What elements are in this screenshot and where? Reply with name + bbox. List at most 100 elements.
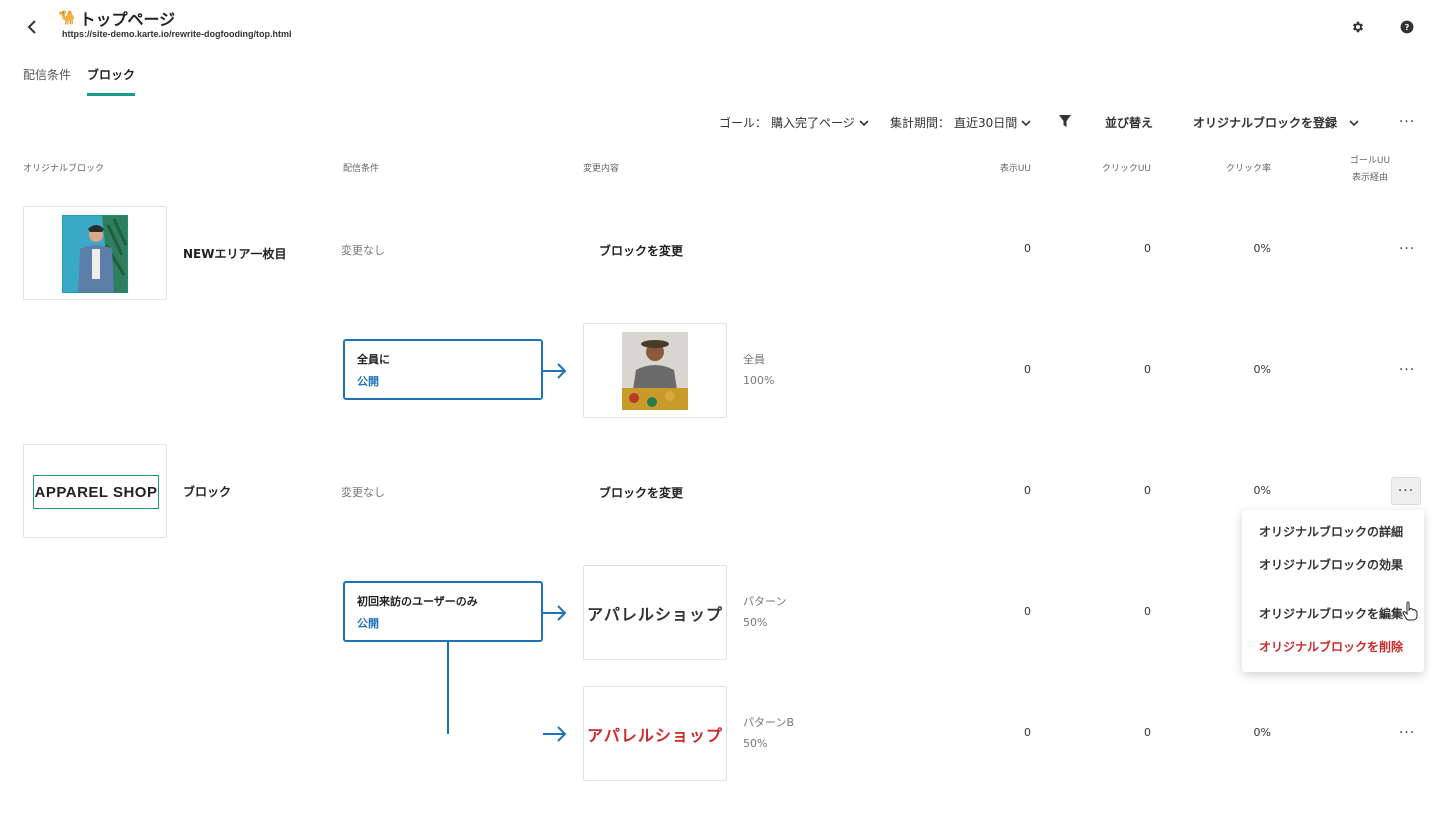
menu-item-block-edit[interactable]: オリジナルブロックを編集 [1259,605,1403,622]
variant-percent: 50% [743,616,768,629]
help-button[interactable]: ? [1397,17,1417,37]
col-change: 変更内容 [583,164,620,174]
page-url: https://site-demo.karte.io/rewrite-dogfo… [62,29,292,39]
photo-man-image [62,215,128,293]
block-condition: 変更なし [341,486,385,499]
period-value: 直近30日間 [954,116,1018,130]
row-more-button-active[interactable]: ··· [1391,477,1421,505]
more-horizontal-icon: ··· [1398,362,1416,378]
tab-delivery-conditions[interactable]: 配信条件 [23,66,71,93]
block-name: NEWエリア一枚目 [183,247,287,261]
condition-title: 全員に [357,353,390,366]
click-uu-value: 0 [1144,484,1151,497]
menu-item-block-effect[interactable]: オリジナルブロックの効果 [1259,556,1403,573]
block-change: ブロックを変更 [599,244,684,258]
camel-icon: 🐪 [58,10,76,26]
col-condition: 配信条件 [343,164,380,174]
goal-selector[interactable]: ゴール： 購入完了ページ [719,114,869,131]
sort-label: 並び替え [1105,116,1154,130]
back-button[interactable] [22,16,44,38]
row-more-button[interactable]: ··· [1392,235,1422,263]
page-title: トップページ [79,10,176,29]
condition-title: 初回来訪のユーザーのみ [357,595,478,608]
apparel-shop-logo: APPAREL SHOP [33,475,159,509]
col-original-block: オリジナルブロック [23,164,105,174]
register-original-block-button[interactable]: オリジナルブロックを登録 [1193,114,1359,131]
goal-value: 購入完了ページ [771,116,855,130]
sort-button[interactable]: 並び替え [1105,114,1153,131]
click-rate-value: 0% [1253,484,1271,497]
variant-label: パターン [743,595,787,608]
condition-card[interactable]: 初回来訪のユーザーのみ 公開 [343,581,543,642]
period-selector[interactable]: 集計期間： 直近30日間 [890,114,1031,131]
period-label: 集計期間： [890,116,951,130]
block-actions-menu: オリジナルブロックの詳細 オリジナルブロックの効果 オリジナルブロックを編集 オ… [1242,510,1424,672]
col-click-rate: クリック率 [1225,164,1271,174]
svg-text:?: ? [1405,22,1410,32]
chevron-down-icon [1349,119,1359,126]
more-horizontal-icon: ··· [1398,725,1416,741]
menu-item-block-detail[interactable]: オリジナルブロックの詳細 [1259,523,1403,540]
arrow-right-icon [543,605,567,621]
click-rate-value: 0% [1253,363,1271,376]
view-uu-value: 0 [1024,363,1031,376]
filter-icon [1059,115,1071,127]
view-uu-value: 0 [1024,484,1031,497]
variant-thumbnail[interactable]: アパレルショップ [583,686,727,781]
col-view-uu: 表示UU [999,164,1031,174]
variant-label: 全員 [743,353,765,366]
variant-percent: 50% [743,737,768,750]
col-goal-uu-line1: ゴールUU [1349,156,1391,166]
gear-icon [1352,21,1364,33]
chevron-left-icon [27,20,36,34]
condition-status: 公開 [357,375,379,388]
chevron-down-icon [1021,119,1031,126]
more-horizontal-icon: ··· [1398,241,1416,257]
block-name: ブロック [183,485,232,499]
variant-label-block: 全員 100% [743,349,774,391]
connector-line [447,642,449,734]
variant-label: パターンB [743,716,794,729]
chevron-down-icon [859,119,869,126]
block-thumbnail[interactable]: APPAREL SHOP [23,444,167,538]
block-change: ブロックを変更 [599,486,684,500]
col-goal-uu: ゴールUU 表示経由 [1340,153,1400,187]
arrow-right-icon [543,726,567,742]
row-more-button[interactable]: ··· [1392,356,1422,384]
click-uu-value: 0 [1144,242,1151,255]
register-label: オリジナルブロックを登録 [1193,116,1338,130]
variant-shop-text: アパレルショップ [587,725,723,745]
photo-woman-image [622,331,688,410]
col-click-uu: クリックUU [1101,164,1151,174]
row-more-button[interactable]: ··· [1392,719,1422,747]
variant-label-block: パターン 50% [743,591,786,633]
col-goal-uu-line2: 表示経由 [1351,173,1388,183]
variant-shop-text: アパレルショップ [587,604,723,624]
view-uu-value: 0 [1024,726,1031,739]
click-uu-value: 0 [1144,363,1151,376]
variant-percent: 100% [743,374,775,387]
click-rate-value: 0% [1253,242,1271,255]
tab-blocks[interactable]: ブロック [87,66,136,96]
more-horizontal-icon: ··· [1398,114,1416,130]
variant-thumbnail[interactable] [583,323,727,418]
settings-button[interactable] [1348,17,1368,37]
condition-card[interactable]: 全員に 公開 [343,339,543,400]
click-uu-value: 0 [1144,726,1151,739]
goal-label: ゴール： [719,116,768,130]
variant-label-block: パターンB 50% [743,712,794,754]
condition-status: 公開 [357,617,379,630]
block-condition: 変更なし [341,244,385,257]
menu-item-block-delete[interactable]: オリジナルブロックを削除 [1259,638,1403,655]
block-thumbnail[interactable] [23,206,167,300]
view-uu-value: 0 [1024,605,1031,618]
click-uu-value: 0 [1144,605,1151,618]
view-uu-value: 0 [1024,242,1031,255]
toolbar-more-button[interactable]: ··· [1392,108,1422,136]
filter-button[interactable] [1058,114,1072,128]
arrow-right-icon [543,363,567,379]
variant-thumbnail[interactable]: アパレルショップ [583,565,727,660]
page-title-row: 🐪 トップページ [58,6,175,30]
logo-text: APPAREL SHOP [34,483,158,501]
click-rate-value: 0% [1253,726,1271,739]
